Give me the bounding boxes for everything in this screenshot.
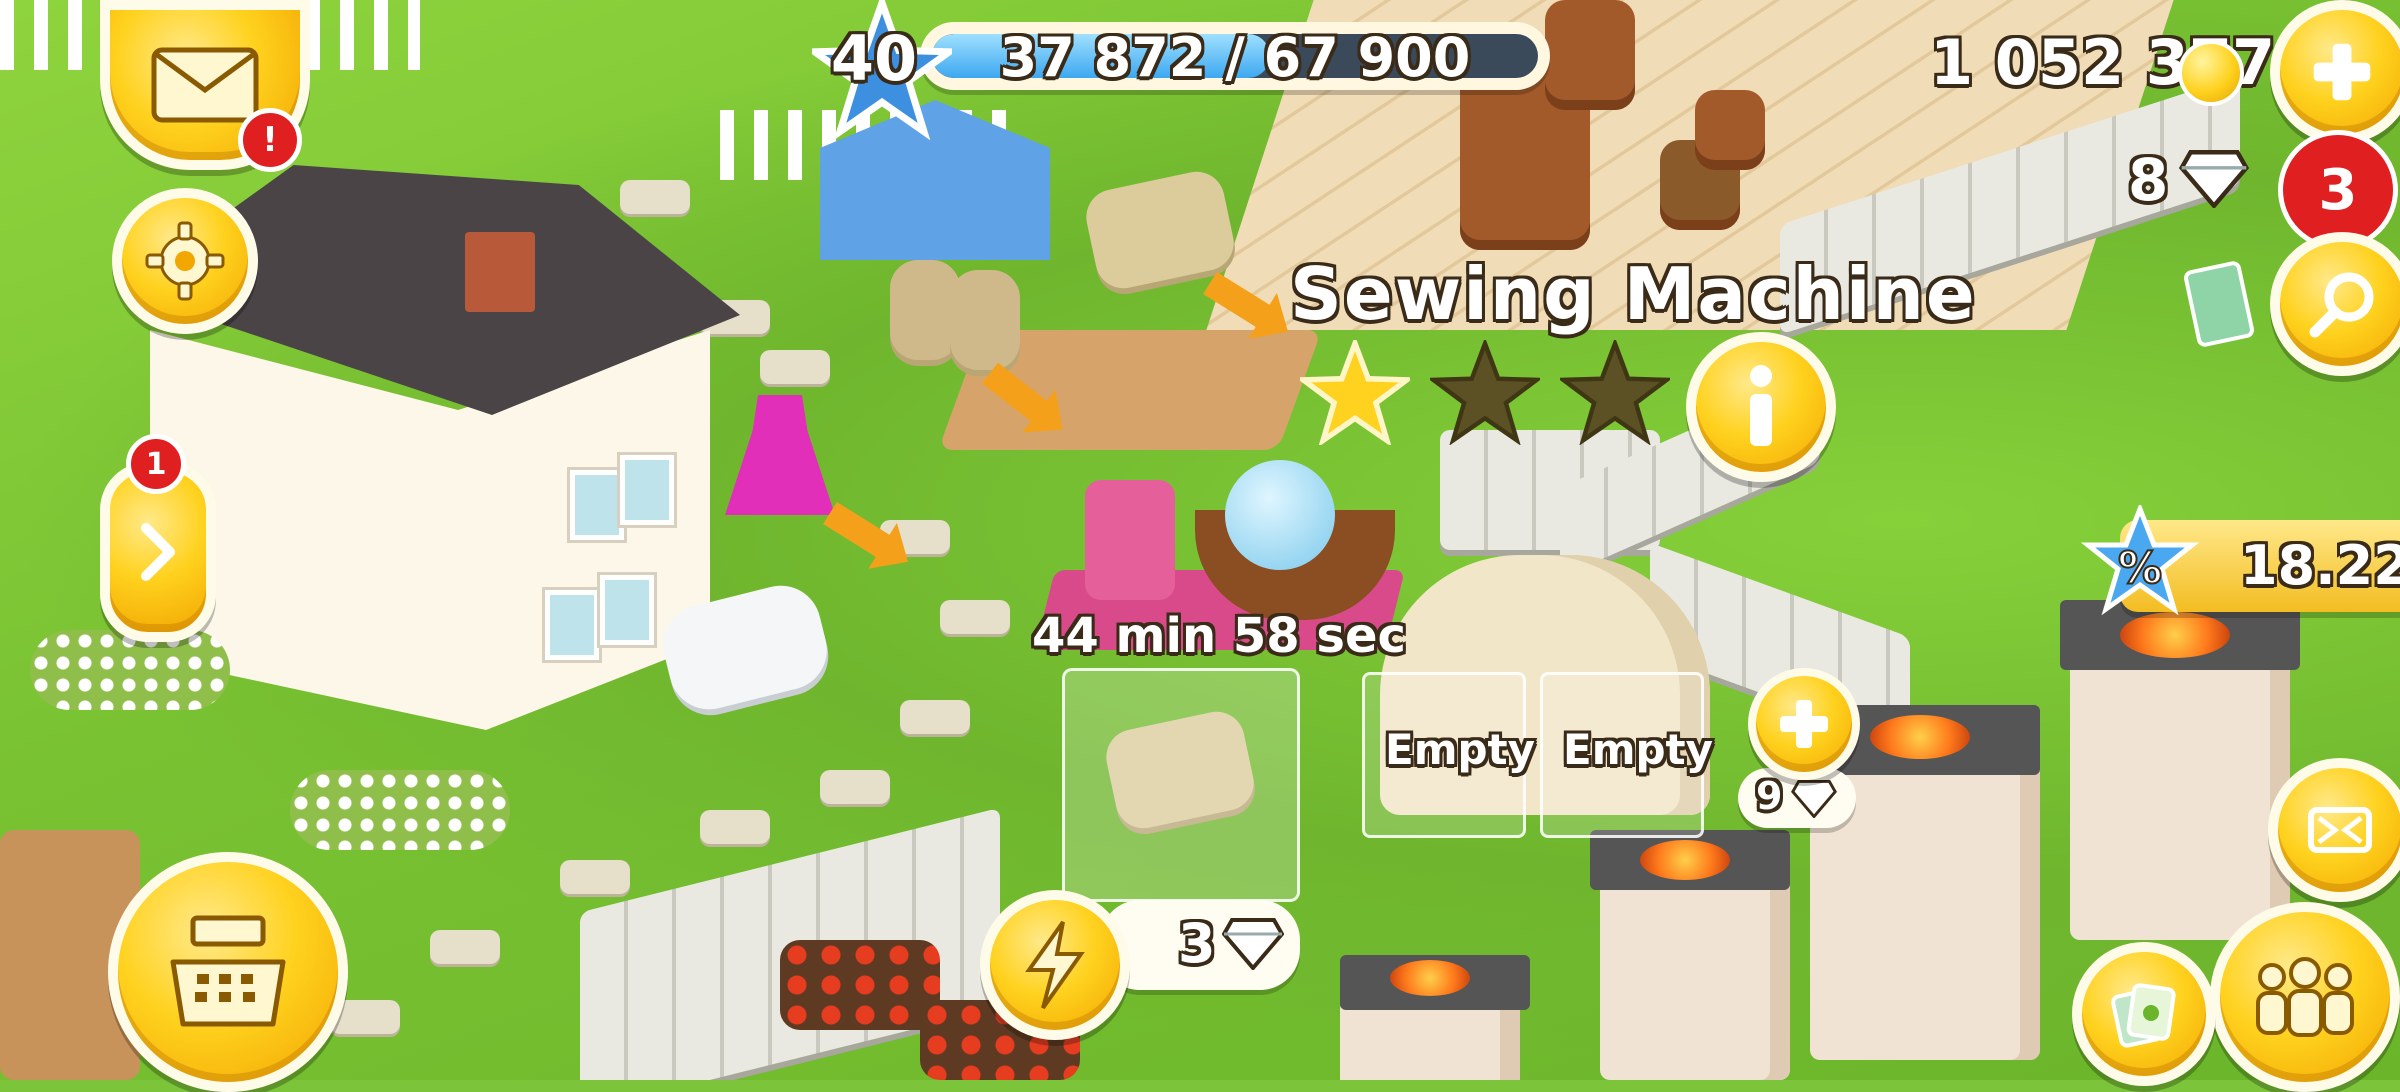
stepping-stone [430,930,500,964]
ember [1870,715,1970,759]
house-window [570,470,624,540]
plus-icon [2313,43,2371,101]
info-button[interactable] [1686,332,1836,482]
cards-button[interactable] [2072,942,2216,1086]
sewing-machine-arm [1085,480,1175,600]
smelter[interactable] [2070,640,2290,940]
xp-text: 37 872 / 67 900 [999,26,1471,89]
stepping-stone [620,180,690,214]
diamond-sale-icon: % [2080,505,2200,616]
stepping-stone [560,860,630,894]
empty-slot[interactable]: Empty [1540,672,1713,838]
house-window [545,590,599,660]
stepping-stone [760,350,830,384]
empty-slot-label: Empty [1563,725,1713,774]
diamond-count: 8 [2128,146,2169,214]
star-empty-icon [1560,340,1670,445]
magnifier-icon [2309,272,2374,338]
settings-button[interactable] [112,188,258,334]
barrel [1695,90,1765,170]
diamond-icon [1222,918,1284,970]
chevron-right-icon [141,523,175,581]
speed-up-button[interactable] [980,890,1130,1040]
empty-slot-label: Empty [1385,725,1535,774]
stepping-stone [940,600,1010,634]
side-panel-badge: 1 [126,434,186,494]
level-number: 40 [830,22,918,95]
add-slot-button[interactable] [1748,668,1860,780]
friends-button[interactable] [2210,902,2400,1092]
gear-icon [145,221,225,301]
flower-bed [30,630,230,710]
diamond-icon [1791,780,1837,818]
diamond-icon [2178,150,2250,208]
add-slot-cost: 9 [1756,774,1783,818]
red-flower-planter [780,940,940,1030]
svg-text:%: % [2118,543,2162,594]
yarn-ball [1225,460,1335,570]
building-title: Sewing Machine [1290,252,1977,336]
people-icon [2256,957,2354,1037]
cash-register-icon [170,915,286,1027]
mail-notification-badge: ! [238,108,302,172]
stepping-stone [900,700,970,734]
shop-button[interactable] [108,852,348,1092]
cards-icon [2111,983,2176,1048]
house-window [620,455,674,525]
chimney [465,232,535,312]
lightning-icon [1025,920,1085,1010]
zoom-button[interactable] [2268,758,2400,902]
star-filled-icon [1300,340,1410,445]
flower-bed [290,770,510,850]
expand-arrows-icon [2308,807,2372,853]
ember [1390,960,1470,996]
stepping-stone [700,810,770,844]
production-timer: 44 min 58 sec [1032,608,1406,664]
finish-cost: 3 [1178,912,1216,975]
sale-timer: 18.22 [2240,534,2400,597]
star-empty-icon [1430,340,1540,445]
stepping-stone [820,770,890,804]
xp-bar: 37 872 / 67 900 [920,22,1550,90]
coin-icon [2178,40,2244,106]
production-queue-slot[interactable] [1062,668,1300,902]
plus-icon [1780,700,1828,748]
envelope-icon [151,47,259,123]
info-icon [1750,365,1772,446]
empty-slot[interactable]: Empty [1362,672,1535,838]
ember [1640,840,1730,880]
finish-cost-pill[interactable]: 3 [1100,900,1300,990]
wool-boot [950,270,1020,370]
house-window [600,575,654,645]
barrel [1545,0,1635,110]
